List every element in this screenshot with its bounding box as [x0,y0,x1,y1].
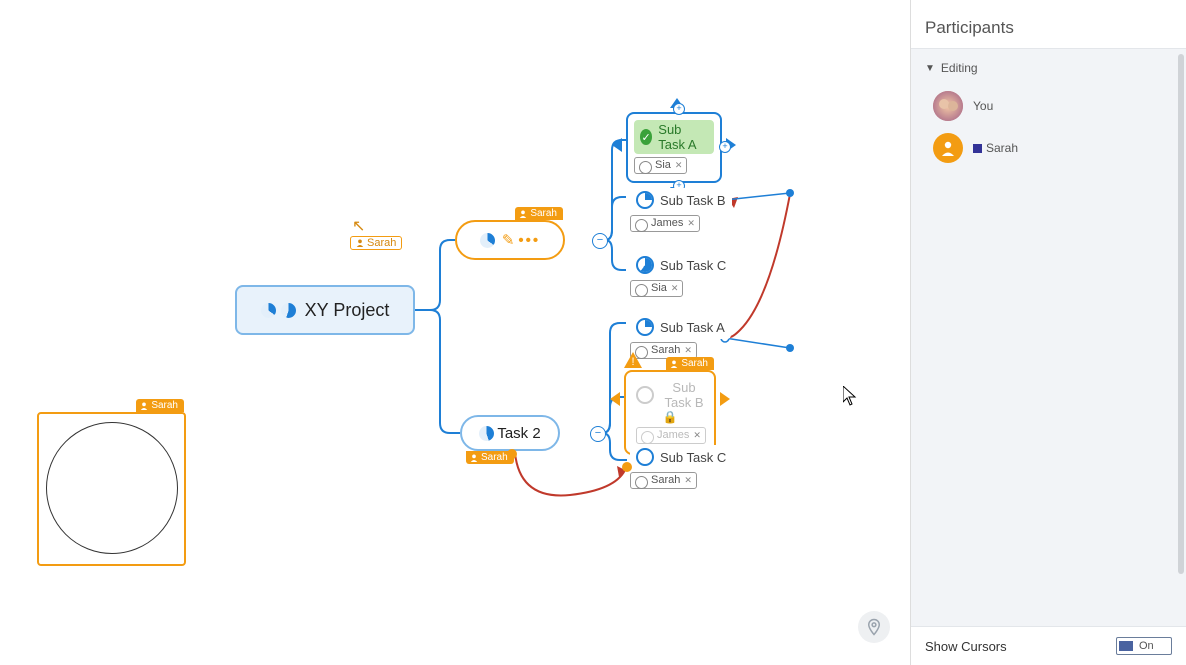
toggle-state-label: On [1139,640,1154,652]
person-icon [470,454,478,462]
subtask-node-selected[interactable]: + + + ✓ Sub Task A Sia ✕ [626,112,722,183]
assignee-chip[interactable]: Sia ✕ [630,280,683,297]
participant-row[interactable]: You [925,85,1172,127]
participants-panel: Participants ▼ Editing You Sarah [910,0,1186,665]
subtask-label: Sub Task A [660,320,725,335]
subtask-label: Sub Task C [660,258,726,273]
person-icon [635,284,648,297]
show-cursors-toggle[interactable]: On [1116,637,1172,655]
participant-name: You [973,99,993,113]
relation-handle[interactable] [507,449,517,459]
person-icon [635,476,648,489]
collapse-toggle[interactable]: − [590,426,606,442]
person-icon [639,161,652,174]
subtask-label: Sub Task C [660,450,726,465]
remove-chip[interactable]: ✕ [684,343,692,358]
subtask-label: Sub Task A [658,122,708,152]
panel-footer: Show Cursors On [911,626,1186,665]
assignee-chip[interactable]: James ✕ [630,215,700,232]
subtask-node[interactable]: Sub Task A Sarah ✕ [630,315,731,360]
editor-tag: Sarah [515,207,563,220]
progress-icon [261,303,299,318]
person-icon [519,210,527,218]
subtask-label: Sub Task B [660,193,726,208]
progress-icon [636,386,654,404]
editor-tag: Sarah [666,357,714,370]
task2-node[interactable]: Task 2 Sarah [460,415,560,451]
svg-text:!: ! [631,356,634,368]
avatar [933,91,963,121]
assignee-chip: James ✕ [636,427,706,444]
circle-shape [46,422,178,554]
subtask-node-locked[interactable]: Sarah ! Sub Task B 🔒 James ✕ [624,370,716,455]
participant-name: Sarah [973,141,1018,155]
remove-chip[interactable]: ✕ [675,158,683,173]
chevron-down-icon: ▼ [925,63,935,74]
lock-icon: 🔒 [636,410,704,424]
color-chip [973,144,982,153]
editor-tag: Sarah [136,399,184,412]
warning-icon: ! [624,352,642,372]
add-parent[interactable] [612,138,622,152]
task-label: Task 2 [497,425,540,442]
assignee-chip[interactable]: Sarah ✕ [630,472,697,489]
subtask-node[interactable]: Sub Task B James ✕ [630,188,732,233]
check-icon: ✓ [640,129,652,145]
add-parent[interactable] [610,392,620,406]
progress-icon [479,426,494,441]
progress-icon [636,256,654,274]
remove-chip[interactable]: ✕ [684,473,692,488]
avatar [933,133,963,163]
cursor-icon [843,386,859,411]
section-toggle[interactable]: ▼ Editing [925,61,1172,75]
subtask-node[interactable]: Sub Task C Sia ✕ [630,253,732,298]
root-node[interactable]: XY Project [235,285,415,335]
person-icon [940,140,956,156]
relation-handle[interactable] [622,462,632,472]
progress-icon [636,448,654,466]
recenter-button[interactable] [858,611,890,643]
subtask-node[interactable]: Sub Task C Sarah ✕ [630,445,732,490]
floating-shape[interactable]: Sarah [37,412,186,566]
progress-icon [636,318,654,336]
participant-row[interactable]: Sarah [925,127,1172,169]
assignee-chip[interactable]: Sia ✕ [634,157,687,174]
remove-chip[interactable]: ✕ [687,216,695,231]
app-root: XY Project Sarah ✎ ••• − + + + ✓ Sub Tas [0,0,1186,665]
panel-title: Participants [911,0,1186,48]
panel-body: ▼ Editing You Sarah [911,48,1186,626]
section-label: Editing [941,61,978,75]
mindmap-canvas[interactable]: XY Project Sarah ✎ ••• − + + + ✓ Sub Tas [0,0,910,665]
show-cursors-label: Show Cursors [925,639,1007,654]
collapse-toggle[interactable]: − [592,233,608,249]
person-icon [641,431,654,444]
progress-icon [480,233,495,248]
add-child[interactable] [720,392,730,406]
remove-chip[interactable]: ✕ [671,281,679,296]
remote-cursor-icon: ↖ [352,216,365,236]
root-label: XY Project [305,300,390,321]
ellipsis-icon: ••• [518,232,540,249]
task1-node[interactable]: Sarah ✎ ••• [455,220,565,260]
toggle-chip [1119,641,1133,651]
remote-cursor-label: Sarah [350,236,402,250]
subtask-label: Sub Task B [664,380,704,410]
person-icon [635,219,648,232]
location-icon [865,618,883,636]
pencil-icon: ✎ [502,231,515,249]
progress-icon [636,191,654,209]
